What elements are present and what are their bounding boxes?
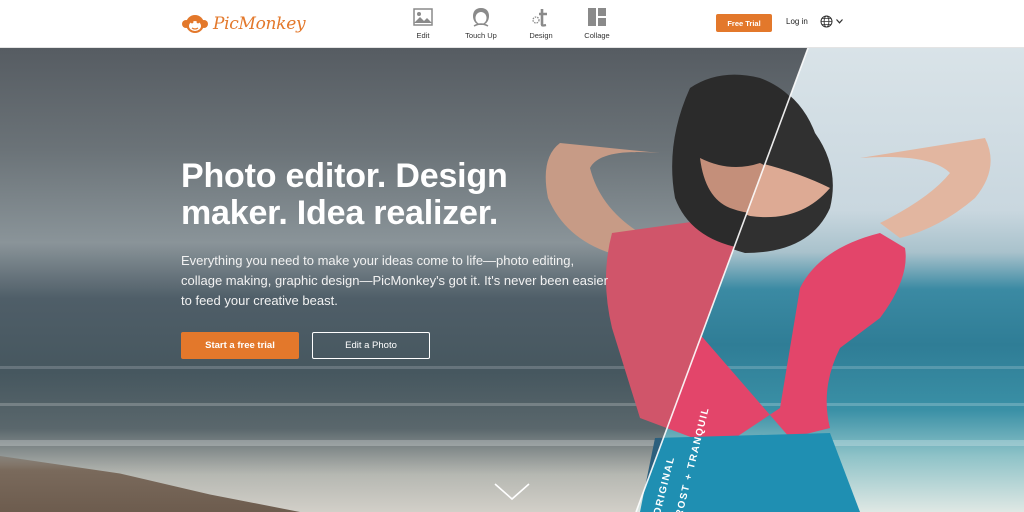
hero-headline: Photo editor. Design maker. Idea realize… — [181, 157, 508, 232]
nav-collage-label: Collage — [584, 31, 610, 40]
nav-design[interactable]: Design — [511, 6, 571, 40]
chevron-down-icon — [836, 19, 843, 24]
nav-touch-up[interactable]: Touch Up — [451, 6, 511, 40]
edit-photo-button[interactable]: Edit a Photo — [312, 332, 430, 359]
collage-icon — [588, 8, 606, 26]
start-free-trial-button[interactable]: Start a free trial — [181, 332, 299, 359]
face-icon — [473, 8, 489, 27]
top-navigation-bar: PicMonkey Edit Touch Up Design Collage F… — [0, 0, 1024, 48]
scroll-down-chevron-icon[interactable] — [494, 483, 530, 501]
nav-edit[interactable]: Edit — [393, 6, 453, 40]
nav-collage[interactable]: Collage — [567, 6, 627, 40]
hero-section: Photo editor. Design maker. Idea realize… — [0, 48, 1024, 512]
free-trial-button[interactable]: Free Trial — [716, 14, 772, 32]
globe-icon — [820, 15, 833, 28]
hero-subtext: Everything you need to make your ideas c… — [181, 253, 608, 308]
main-nav: Edit Touch Up Design Collage — [0, 6, 1024, 44]
nav-touch-up-label: Touch Up — [465, 31, 497, 40]
nav-design-label: Design — [529, 31, 553, 40]
login-link[interactable]: Log in — [786, 17, 808, 26]
design-icon — [532, 9, 547, 27]
photo-icon — [413, 8, 433, 26]
language-selector[interactable] — [820, 15, 843, 28]
nav-edit-label: Edit — [416, 31, 430, 40]
